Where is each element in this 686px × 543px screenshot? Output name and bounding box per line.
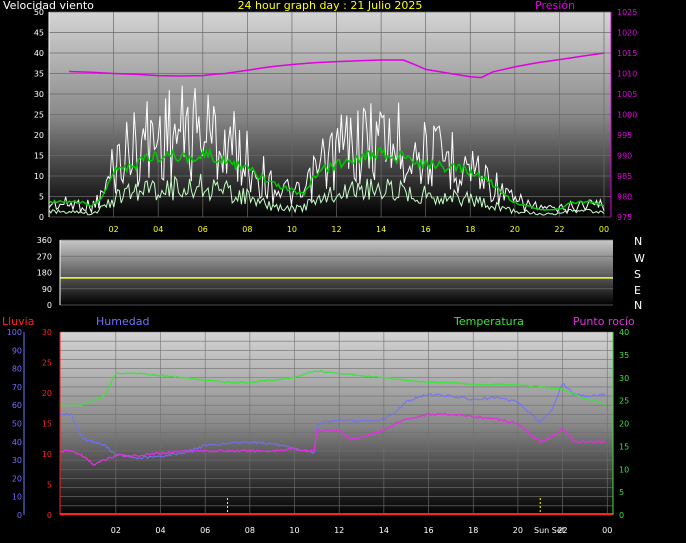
wind-xtick-label: 08 bbox=[242, 225, 252, 234]
wind-xtick-label: 22 bbox=[554, 225, 564, 234]
weather-chart: 5045403530252015105010251020101510101005… bbox=[2, 0, 645, 535]
wind-ytick-label: 35 bbox=[34, 70, 44, 79]
humidity-ytick-label: 50 bbox=[12, 420, 22, 429]
humidity-ytick-label: 70 bbox=[12, 383, 22, 392]
temp-ytick-label: 15 bbox=[619, 442, 629, 451]
wind-ytick-label: 25 bbox=[34, 111, 44, 120]
climate-xtick-label: 14 bbox=[379, 526, 389, 535]
wind-xtick-label: 12 bbox=[331, 225, 341, 234]
humidity-ytick-label: 40 bbox=[12, 438, 22, 447]
sun-set-label: Sun Set bbox=[534, 526, 565, 535]
compass-w: W bbox=[634, 252, 645, 265]
wind-ytick-label: 30 bbox=[34, 90, 44, 99]
pressure-ytick-label: 980 bbox=[617, 193, 632, 202]
pressure-ytick-label: 1010 bbox=[617, 70, 637, 79]
wind-label: Velocidad viento bbox=[3, 0, 94, 12]
temp-ytick-label: 35 bbox=[619, 351, 629, 360]
humidity-ytick-label: 10 bbox=[12, 493, 22, 502]
climate-xtick-label: 08 bbox=[245, 526, 255, 535]
rain-ytick-label: 20 bbox=[42, 389, 52, 398]
climate-xtick-label: 18 bbox=[468, 526, 478, 535]
pressure-ytick-label: 1025 bbox=[617, 8, 637, 17]
rain-ytick-label: 0 bbox=[47, 511, 52, 520]
climate-xtick-label: 06 bbox=[200, 526, 210, 535]
humidity-label: Humedad bbox=[96, 315, 149, 328]
rain-label: Lluvia bbox=[2, 315, 34, 328]
pressure-ytick-label: 1005 bbox=[617, 90, 637, 99]
compass-e: E bbox=[634, 284, 641, 297]
pressure-ytick-label: 995 bbox=[617, 131, 632, 140]
wind-xtick-label: 14 bbox=[376, 225, 386, 234]
wind-xtick-label: 06 bbox=[198, 225, 208, 234]
direction-ytick-label: 180 bbox=[37, 269, 52, 278]
direction-ytick-label: 270 bbox=[37, 252, 52, 261]
wind-ytick-label: 0 bbox=[39, 213, 44, 222]
humidity-ytick-label: 0 bbox=[17, 511, 22, 520]
pressure-ytick-label: 990 bbox=[617, 152, 632, 161]
wind-xtick-label: 18 bbox=[465, 225, 475, 234]
direction-ytick-label: 0 bbox=[47, 301, 52, 310]
rain-ytick-label: 5 bbox=[47, 481, 52, 490]
climate-xtick-label: 04 bbox=[155, 526, 165, 535]
wind-xtick-label: 02 bbox=[109, 225, 119, 234]
compass-n-top: N bbox=[634, 235, 642, 248]
temp-ytick-label: 0 bbox=[619, 511, 624, 520]
humidity-ytick-label: 100 bbox=[7, 328, 22, 337]
pressure-label: Presión bbox=[535, 0, 575, 12]
wind-ytick-label: 5 bbox=[39, 193, 44, 202]
pressure-ytick-label: 1000 bbox=[617, 111, 637, 120]
compass-s: S bbox=[634, 268, 641, 281]
humidity-ytick-label: 90 bbox=[12, 346, 22, 355]
temperature-label: Temperatura bbox=[453, 315, 524, 328]
pressure-ytick-label: 985 bbox=[617, 172, 632, 181]
dewpoint-label: Punto rocío bbox=[573, 315, 635, 328]
wind-ytick-label: 40 bbox=[34, 49, 44, 58]
rain-ytick-label: 15 bbox=[42, 420, 52, 429]
wind-xtick-label: 10 bbox=[287, 225, 297, 234]
temp-ytick-label: 5 bbox=[619, 488, 624, 497]
humidity-ytick-label: 60 bbox=[12, 401, 22, 410]
wind-ytick-label: 10 bbox=[34, 172, 44, 181]
climate-xtick-label: 00 bbox=[602, 526, 612, 535]
direction-ytick-label: 360 bbox=[37, 236, 52, 245]
wind-ytick-label: 15 bbox=[34, 152, 44, 161]
climate-xtick-label: 16 bbox=[423, 526, 433, 535]
wind-xtick-label: 04 bbox=[153, 225, 163, 234]
wind-ytick-label: 20 bbox=[34, 131, 44, 140]
temp-ytick-label: 25 bbox=[619, 397, 629, 406]
wind-xtick-label: 20 bbox=[510, 225, 520, 234]
humidity-ytick-label: 80 bbox=[12, 365, 22, 374]
wind-xtick-label: 00 bbox=[599, 225, 609, 234]
rain-ytick-label: 25 bbox=[42, 359, 52, 368]
rain-ytick-label: 30 bbox=[42, 328, 52, 337]
wind-xtick-label: 16 bbox=[421, 225, 431, 234]
temp-ytick-label: 20 bbox=[619, 420, 629, 429]
temp-ytick-label: 40 bbox=[619, 328, 629, 337]
wind-ytick-label: 45 bbox=[34, 29, 44, 38]
temp-ytick-label: 10 bbox=[619, 465, 629, 474]
chart-title: 24 hour graph day : 21 Julio 2025 bbox=[238, 0, 423, 12]
climate-xtick-label: 02 bbox=[111, 526, 121, 535]
temp-ytick-label: 30 bbox=[619, 374, 629, 383]
humidity-ytick-label: 20 bbox=[12, 474, 22, 483]
climate-xtick-label: 10 bbox=[289, 526, 299, 535]
climate-xtick-label: 20 bbox=[513, 526, 523, 535]
climate-xtick-label: 12 bbox=[334, 526, 344, 535]
pressure-ytick-label: 1015 bbox=[617, 49, 637, 58]
compass-n-bottom: N bbox=[634, 299, 642, 312]
pressure-ytick-label: 1020 bbox=[617, 29, 637, 38]
pressure-ytick-label: 975 bbox=[617, 213, 632, 222]
humidity-ytick-label: 30 bbox=[12, 456, 22, 465]
direction-ytick-label: 90 bbox=[42, 285, 52, 294]
rain-ytick-label: 10 bbox=[42, 450, 52, 459]
